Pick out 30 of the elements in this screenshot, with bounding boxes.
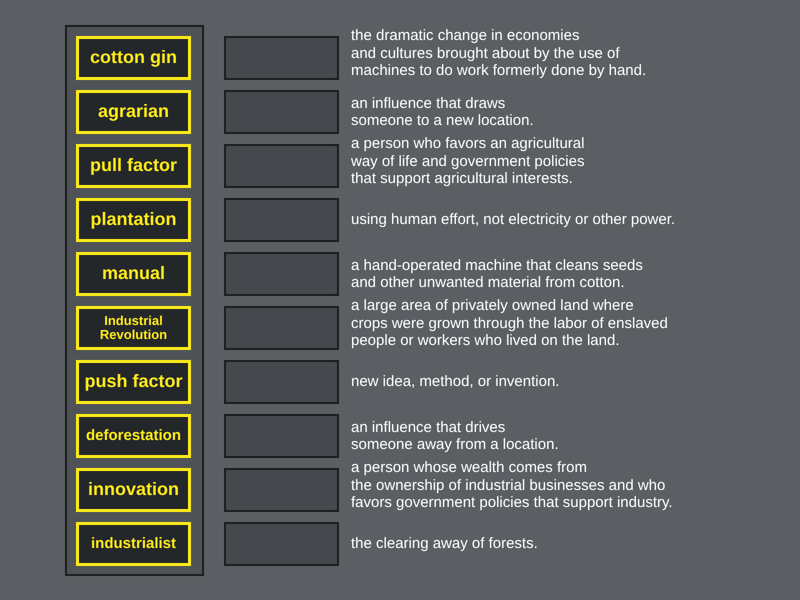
drop-slot[interactable] bbox=[224, 144, 339, 188]
term-tile[interactable]: industrialist bbox=[76, 522, 191, 566]
drop-slot[interactable] bbox=[224, 522, 339, 566]
term-tile[interactable]: push factor bbox=[76, 360, 191, 404]
term-tile[interactable]: agrarian bbox=[76, 90, 191, 134]
definition-text: new idea, method, or invention. bbox=[351, 373, 560, 391]
drop-slot[interactable] bbox=[224, 468, 339, 512]
definition-text: the dramatic change in economies and cultures brought about by the use of machines to do work formerly done by hand. bbox=[351, 27, 646, 80]
term-tile[interactable]: innovation bbox=[76, 468, 191, 512]
definition-text: an influence that drives someone away from a location. bbox=[351, 418, 559, 454]
drop-slot[interactable] bbox=[224, 198, 339, 242]
drop-slot[interactable] bbox=[224, 360, 339, 404]
term-tile[interactable]: deforestation bbox=[76, 414, 191, 458]
drop-slot[interactable] bbox=[224, 306, 339, 350]
drop-slot[interactable] bbox=[224, 90, 339, 134]
term-tile[interactable]: cotton gin bbox=[76, 36, 191, 80]
definition-text: using human effort, not electricity or other power. bbox=[351, 211, 676, 229]
drop-slot[interactable] bbox=[224, 414, 339, 458]
definition-text: a person whose wealth comes from the ownership of industrial businesses and who favors government policies that support industry. bbox=[351, 459, 673, 512]
drop-slot[interactable] bbox=[224, 252, 339, 296]
definition-text: a hand-operated machine that cleans seeds and other unwanted material from cotton. bbox=[351, 256, 643, 292]
definition-text: a large area of privately owned land where crops were grown through the labor of enslaved people or workers who lived on the land. bbox=[351, 297, 668, 350]
drop-slot[interactable] bbox=[224, 36, 339, 80]
term-tile[interactable]: Industrial Revolution bbox=[76, 306, 191, 350]
definition-text: the clearing away of forests. bbox=[351, 535, 538, 553]
definition-text: an influence that draws someone to a new location. bbox=[351, 94, 534, 130]
term-tile[interactable]: manual bbox=[76, 252, 191, 296]
definition-text: a person who favors an agricultural way of life and government policies that support agricultural interests. bbox=[351, 135, 584, 188]
term-tile[interactable]: plantation bbox=[76, 198, 191, 242]
term-tile[interactable]: pull factor bbox=[76, 144, 191, 188]
